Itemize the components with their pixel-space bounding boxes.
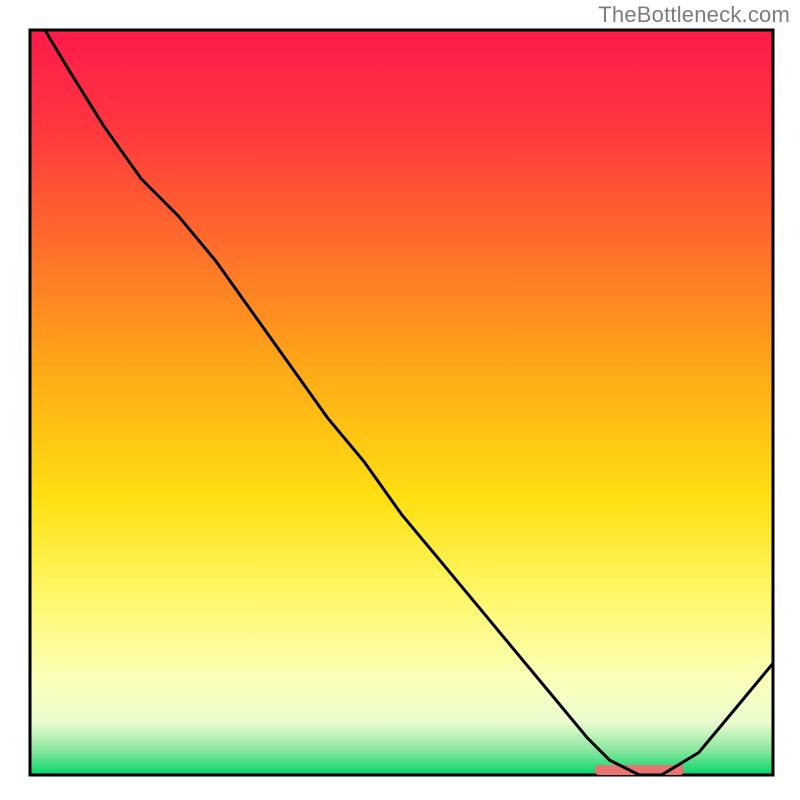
bottleneck-chart — [0, 0, 800, 800]
chart-frame: TheBottleneck.com — [0, 0, 800, 800]
plot-background — [30, 30, 773, 775]
